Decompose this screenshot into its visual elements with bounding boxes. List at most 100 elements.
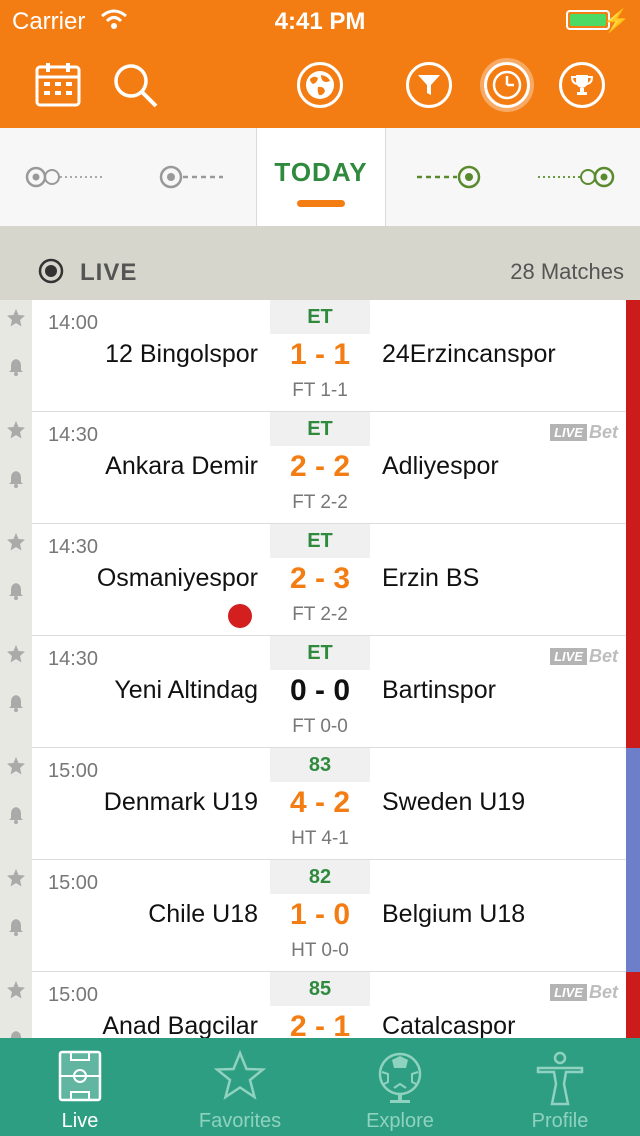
time-button[interactable] bbox=[482, 60, 532, 110]
world-button[interactable] bbox=[295, 60, 345, 110]
notification-bell-icon[interactable] bbox=[8, 918, 24, 941]
filter-button[interactable] bbox=[404, 60, 454, 110]
match-score: 2 - 2 bbox=[289, 450, 351, 483]
home-team: Ankara Demir bbox=[105, 452, 258, 480]
away-team: Adliyespor bbox=[382, 452, 499, 480]
match-score: 2 - 1 bbox=[289, 1010, 351, 1038]
home-team: Anad Bagcilar bbox=[102, 1012, 258, 1038]
live-bet-badge[interactable]: LIVE Bet bbox=[550, 646, 618, 667]
live-bet-label-a: LIVE bbox=[550, 648, 587, 665]
match-substatus: FT 1-1 bbox=[292, 380, 348, 401]
match-row[interactable]: 14:30 ET LIVE Bet Yeni Altindag 0 - 0 Bar… bbox=[0, 636, 640, 748]
match-status: ET bbox=[270, 300, 370, 334]
league-color-bar bbox=[626, 300, 640, 412]
live-bet-label-b: Bet bbox=[588, 422, 618, 442]
date-today[interactable]: TODAY bbox=[256, 128, 386, 226]
ball-globe-icon bbox=[374, 1050, 426, 1111]
charging-icon: ⚡ bbox=[602, 8, 630, 33]
match-list[interactable]: 14:00 ET 12 Bingolspor 1 - 1 24Erzincans… bbox=[0, 300, 640, 1038]
timeline-past-far-icon bbox=[25, 166, 102, 188]
favorite-star-icon[interactable] bbox=[6, 644, 26, 669]
match-row[interactable]: 15:00 83 Denmark U19 4 - 2 Sweden U19 HT… bbox=[0, 748, 640, 860]
match-status: 83 bbox=[270, 748, 370, 782]
live-bet-label-a: LIVE bbox=[550, 984, 587, 1001]
favorite-star-icon[interactable] bbox=[6, 980, 26, 1005]
notification-bell-icon[interactable] bbox=[8, 582, 24, 605]
league-color-bar bbox=[626, 748, 640, 860]
home-team: Denmark U19 bbox=[103, 788, 258, 816]
match-score: 1 - 0 bbox=[289, 898, 351, 931]
player-figure-icon bbox=[534, 1050, 586, 1111]
match-score: 2 - 3 bbox=[289, 562, 351, 595]
match-time: 15:00 bbox=[48, 760, 99, 782]
today-indicator bbox=[297, 200, 345, 207]
favorite-star-icon[interactable] bbox=[6, 532, 26, 557]
home-team: Osmaniyespor bbox=[96, 564, 258, 592]
tab-label: Profile bbox=[531, 1110, 589, 1132]
row-side-actions bbox=[0, 860, 32, 972]
date-plus-1[interactable] bbox=[384, 128, 512, 226]
live-bet-badge[interactable]: LIVE Bet bbox=[550, 422, 618, 443]
favorite-star-icon[interactable] bbox=[6, 868, 26, 893]
home-team: 12 Bingolspor bbox=[105, 340, 258, 368]
match-time: 14:30 bbox=[48, 648, 99, 670]
favorite-star-icon[interactable] bbox=[6, 756, 26, 781]
tab-bar: Live Favorites Explore Profile bbox=[0, 1038, 640, 1136]
live-bet-label-a: LIVE bbox=[550, 424, 587, 441]
match-row[interactable]: 14:30 ET LIVE Bet Ankara Demir 2 - 2 Adli… bbox=[0, 412, 640, 524]
row-side-actions bbox=[0, 524, 32, 636]
notification-bell-icon[interactable] bbox=[8, 358, 24, 381]
league-color-bar bbox=[626, 412, 640, 524]
calendar-icon bbox=[35, 63, 81, 107]
search-button[interactable] bbox=[110, 60, 160, 110]
tab-explore[interactable]: Explore bbox=[320, 1038, 480, 1136]
match-row[interactable]: 14:30 ET Osmaniyespor 2 - 3 Erzin BS FT … bbox=[0, 524, 640, 636]
match-score: 4 - 2 bbox=[289, 786, 351, 819]
home-team: Chile U18 bbox=[148, 900, 258, 928]
live-bet-label-b: Bet bbox=[588, 982, 618, 1002]
match-status: ET bbox=[270, 636, 370, 670]
favorite-star-icon[interactable] bbox=[6, 308, 26, 333]
tab-label: Explore bbox=[366, 1110, 434, 1132]
soccer-field-icon bbox=[58, 1050, 102, 1107]
search-icon bbox=[114, 64, 158, 108]
live-bet-badge[interactable]: LIVE Bet bbox=[550, 982, 618, 1003]
date-minus-2[interactable] bbox=[0, 128, 128, 226]
date-minus-1[interactable] bbox=[128, 128, 256, 226]
timeline-past-icon bbox=[159, 165, 223, 189]
row-side-actions bbox=[0, 972, 32, 1038]
match-score: 0 - 0 bbox=[289, 674, 351, 707]
row-side-actions bbox=[0, 300, 32, 412]
match-row[interactable]: 15:00 82 Chile U18 1 - 0 Belgium U18 HT … bbox=[0, 860, 640, 972]
league-color-bar bbox=[626, 860, 640, 972]
notification-bell-icon[interactable] bbox=[8, 470, 24, 493]
match-row[interactable]: 14:00 ET 12 Bingolspor 1 - 1 24Erzincans… bbox=[0, 300, 640, 412]
status-bar: Carrier 4:41 PM ⚡ bbox=[0, 0, 640, 40]
tab-favorites[interactable]: Favorites bbox=[160, 1038, 320, 1136]
match-status: ET bbox=[270, 412, 370, 446]
globe-icon bbox=[306, 71, 334, 99]
star-icon bbox=[213, 1049, 267, 1107]
toolbar bbox=[0, 40, 640, 128]
notification-bell-icon[interactable] bbox=[8, 1030, 24, 1038]
match-status: 85 bbox=[270, 972, 370, 1006]
match-time: 15:00 bbox=[48, 872, 99, 894]
trophy-button[interactable] bbox=[557, 60, 607, 110]
calendar-button[interactable] bbox=[33, 60, 83, 110]
match-row[interactable]: 15:00 85 LIVE Bet Anad Bagcilar 2 - 1 Cat… bbox=[0, 972, 640, 1038]
match-score: 1 - 1 bbox=[289, 338, 351, 371]
row-side-actions bbox=[0, 636, 32, 748]
date-plus-2[interactable] bbox=[512, 128, 640, 226]
tab-profile[interactable]: Profile bbox=[480, 1038, 640, 1136]
red-card-icon bbox=[228, 604, 252, 628]
match-substatus: FT 2-2 bbox=[292, 492, 348, 513]
match-time: 14:00 bbox=[48, 312, 99, 334]
row-side-actions bbox=[0, 412, 32, 524]
notification-bell-icon[interactable] bbox=[8, 694, 24, 717]
notification-bell-icon[interactable] bbox=[8, 806, 24, 829]
favorite-star-icon[interactable] bbox=[6, 420, 26, 445]
tab-live[interactable]: Live bbox=[0, 1038, 160, 1136]
row-side-actions bbox=[0, 748, 32, 860]
away-team: Sweden U19 bbox=[382, 788, 526, 816]
filter-icon bbox=[418, 75, 440, 95]
